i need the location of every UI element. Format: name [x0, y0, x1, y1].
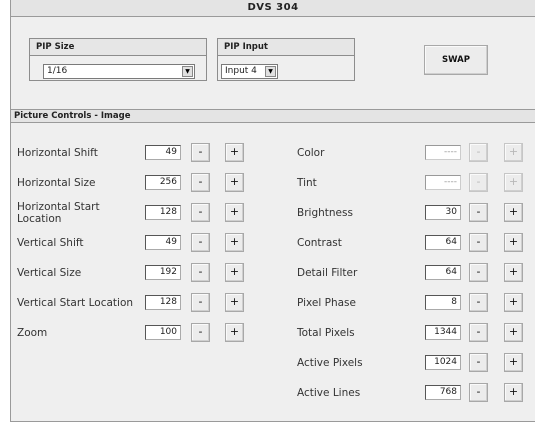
horizontal-start-location-increment-button[interactable]: + — [225, 203, 244, 222]
tint-decrement-button: - — [469, 173, 488, 192]
detail-filter-increment-button[interactable]: + — [504, 263, 523, 282]
horizontal-size-value-field[interactable]: 256 — [145, 175, 181, 190]
horizontal-size-label: Horizontal Size — [17, 177, 96, 189]
zoom-increment-button[interactable]: + — [225, 323, 244, 342]
active-lines-value-field[interactable]: 768 — [425, 385, 461, 400]
detail-filter-decrement-button[interactable]: - — [469, 263, 488, 282]
vertical-size-value-field[interactable]: 192 — [145, 265, 181, 280]
vertical-start-location-decrement-button[interactable]: - — [191, 293, 210, 312]
control-row-contrast: Contrast 64- + — [297, 230, 532, 252]
control-row-total-pixels: Total Pixels 1344- + — [297, 320, 532, 342]
active-pixels-label: Active Pixels — [297, 357, 363, 369]
pixel-phase-increment-button[interactable]: + — [504, 293, 523, 312]
brightness-increment-button[interactable]: + — [504, 203, 523, 222]
section-title: Picture Controls - Image — [11, 109, 535, 123]
brightness-value-field[interactable]: 30 — [425, 205, 461, 220]
window-title: DVS 304 — [11, 0, 535, 17]
horizontal-shift-value-field[interactable]: 49 — [145, 145, 181, 160]
vertical-size-decrement-button[interactable]: - — [191, 263, 210, 282]
pip-size-label: PIP Size — [30, 39, 206, 56]
control-row-color: Color ---- - + — [297, 140, 532, 162]
horizontal-shift-increment-button[interactable]: + — [225, 143, 244, 162]
control-row-active-pixels: Active Pixels 1024- + — [297, 350, 532, 372]
vertical-start-location-increment-button[interactable]: + — [225, 293, 244, 312]
active-lines-decrement-button[interactable]: - — [469, 383, 488, 402]
horizontal-size-increment-button[interactable]: + — [225, 173, 244, 192]
vertical-start-location-value-field[interactable]: 128 — [145, 295, 181, 310]
control-row-horizontal-size: Horizontal Size 256- + — [17, 170, 257, 192]
color-increment-button: + — [504, 143, 523, 162]
vertical-size-label: Vertical Size — [17, 267, 82, 279]
pixel-phase-label: Pixel Phase — [297, 297, 356, 309]
contrast-value-field[interactable]: 64 — [425, 235, 461, 250]
horizontal-start-location-value-field[interactable]: 128 — [145, 205, 181, 220]
horizontal-shift-label: Horizontal Shift — [17, 147, 98, 159]
control-row-brightness: Brightness 30- + — [297, 200, 532, 222]
pixel-phase-value-field[interactable]: 8 — [425, 295, 461, 310]
active-pixels-value-field[interactable]: 1024 — [425, 355, 461, 370]
total-pixels-value-field[interactable]: 1344 — [425, 325, 461, 340]
brightness-label: Brightness — [297, 207, 353, 219]
total-pixels-label: Total Pixels — [297, 327, 355, 339]
control-row-zoom: Zoom 100- + — [17, 320, 257, 342]
contrast-decrement-button[interactable]: - — [469, 233, 488, 252]
vertical-size-increment-button[interactable]: + — [225, 263, 244, 282]
active-lines-label: Active Lines — [297, 387, 361, 399]
vertical-shift-value-field[interactable]: 49 — [145, 235, 181, 250]
pixel-phase-decrement-button[interactable]: - — [469, 293, 488, 312]
color-decrement-button: - — [469, 143, 488, 162]
control-row-tint: Tint ---- - + — [297, 170, 532, 192]
pip-input-select[interactable]: Input 4 ▼ — [221, 64, 278, 79]
tint-label: Tint — [297, 177, 317, 189]
control-row-pixel-phase: Pixel Phase 8- + — [297, 290, 532, 312]
vertical-shift-increment-button[interactable]: + — [225, 233, 244, 252]
vertical-start-location-label: Vertical Start Location — [17, 297, 134, 309]
control-row-horizontal-start-location: Horizontal Start Location 128- + — [17, 200, 257, 225]
control-row-horizontal-shift: Horizontal Shift 49- + — [17, 140, 257, 162]
total-pixels-increment-button[interactable]: + — [504, 323, 523, 342]
tint-increment-button: + — [504, 173, 523, 192]
control-row-vertical-start-location: Vertical Start Location 128- + — [17, 290, 257, 312]
pip-size-group: PIP Size 1/16 ▼ — [29, 38, 207, 81]
pip-size-select[interactable]: 1/16 ▼ — [43, 64, 195, 79]
active-pixels-decrement-button[interactable]: - — [469, 353, 488, 372]
pip-input-value: Input 4 — [225, 66, 257, 76]
detail-filter-label: Detail Filter — [297, 267, 358, 279]
tint-value-field: ---- — [425, 175, 461, 190]
color-value-field: ---- — [425, 145, 461, 160]
color-label: Color — [297, 147, 325, 159]
horizontal-start-location-decrement-button[interactable]: - — [191, 203, 210, 222]
vertical-shift-decrement-button[interactable]: - — [191, 233, 210, 252]
control-row-active-lines: Active Lines 768- + — [297, 380, 532, 402]
chevron-down-icon[interactable]: ▼ — [265, 66, 276, 77]
pip-input-label: PIP Input — [218, 39, 354, 56]
control-row-detail-filter: Detail Filter 64- + — [297, 260, 532, 282]
horizontal-start-location-label: Horizontal Start Location — [17, 201, 100, 225]
zoom-label: Zoom — [17, 327, 48, 339]
detail-filter-value-field[interactable]: 64 — [425, 265, 461, 280]
contrast-label: Contrast — [297, 237, 342, 249]
control-row-vertical-size: Vertical Size 192- + — [17, 260, 257, 282]
horizontal-shift-decrement-button[interactable]: - — [191, 143, 210, 162]
brightness-decrement-button[interactable]: - — [469, 203, 488, 222]
chevron-down-icon[interactable]: ▼ — [182, 66, 193, 77]
vertical-shift-label: Vertical Shift — [17, 237, 84, 249]
horizontal-size-decrement-button[interactable]: - — [191, 173, 210, 192]
active-lines-increment-button[interactable]: + — [504, 383, 523, 402]
zoom-value-field[interactable]: 100 — [145, 325, 181, 340]
zoom-decrement-button[interactable]: - — [191, 323, 210, 342]
contrast-increment-button[interactable]: + — [504, 233, 523, 252]
swap-button[interactable]: SWAP — [424, 45, 488, 75]
control-row-vertical-shift: Vertical Shift 49- + — [17, 230, 257, 252]
pip-size-value: 1/16 — [47, 66, 68, 76]
pip-input-group: PIP Input Input 4 ▼ — [217, 38, 355, 81]
active-pixels-increment-button[interactable]: + — [504, 353, 523, 372]
total-pixels-decrement-button[interactable]: - — [469, 323, 488, 342]
dvs304-control-panel: DVS 304 PIP Size 1/16 ▼ PIP Input Input … — [10, 0, 535, 422]
